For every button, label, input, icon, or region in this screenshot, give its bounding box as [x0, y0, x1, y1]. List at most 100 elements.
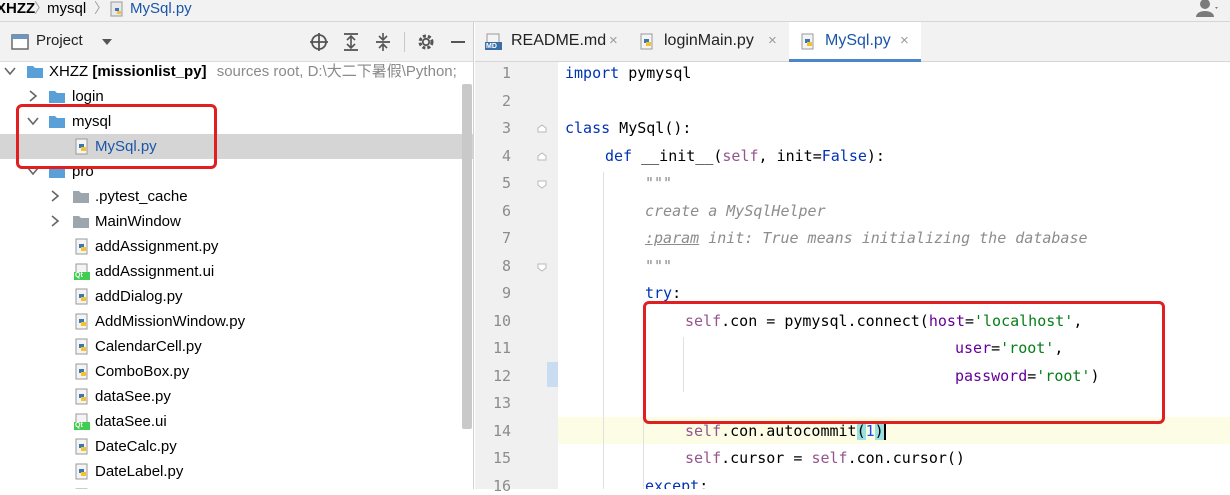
fold-icon[interactable]: [537, 179, 547, 189]
folder-icon: [49, 116, 65, 128]
code-line-4: def __init__(self, init=False):: [605, 147, 885, 165]
tree-item-file[interactable]: ComboBox.py: [0, 359, 473, 384]
current-line-highlight: [558, 417, 1230, 444]
chevron-down-icon[interactable]: [101, 38, 113, 46]
line-number: 8: [501, 257, 511, 275]
line-number-gutter: 1 2 3 4 5 6 7 8 9 10 11 12 13 14 15 16: [475, 62, 558, 495]
tab-label: README.md: [511, 32, 607, 49]
breadcrumb-file[interactable]: MySql.py: [130, 0, 192, 19]
tree-item-file[interactable]: AddMissionWindow.py: [0, 309, 473, 334]
line-number: 4: [501, 147, 511, 165]
tab-label: loginMain.py: [664, 32, 754, 49]
tree-item-file[interactable]: Qt addAssignment.ui: [0, 259, 473, 284]
tree-item-label: MainWindow: [95, 213, 181, 230]
code-line-7: :param init: True means initializing the…: [645, 229, 1088, 247]
tree-item-mysql[interactable]: mysql: [0, 109, 473, 134]
code-line-1: import pymysql: [565, 64, 692, 82]
collapse-all-icon[interactable]: [373, 32, 393, 52]
line-number: 3: [501, 119, 511, 137]
tree-item-file[interactable]: addDialog.py: [0, 284, 473, 309]
project-view-icon: [11, 34, 29, 50]
tree-item-login[interactable]: login: [0, 84, 473, 109]
close-icon[interactable]: ×: [609, 32, 618, 49]
code-editor[interactable]: import pymysql class MySql(): def __init…: [558, 62, 1230, 489]
folder-icon: [49, 91, 65, 103]
code-line-14: self.con.autocommit(1): [685, 422, 886, 440]
chevron-right-icon[interactable]: [27, 90, 39, 102]
indent-guide: [683, 337, 684, 392]
editor-tabs: MD README.md × loginMain.py × MySql.py ×: [475, 22, 1230, 62]
chevron-down-icon[interactable]: [4, 65, 16, 77]
breadcrumb: XHZZ 〉 mysql 〉 MySql.py: [0, 0, 1230, 22]
tab-mysql[interactable]: MySql.py ×: [789, 22, 921, 62]
divider: [404, 32, 405, 52]
code-line-11: user='root',: [955, 339, 1064, 357]
minimize-icon[interactable]: [448, 32, 468, 52]
line-number: 9: [501, 284, 511, 302]
code-line-16: except:: [645, 477, 709, 489]
tree-item-label: .pytest_cache: [95, 188, 188, 205]
project-scrollbar[interactable]: [462, 84, 472, 429]
root-path: sources root, D:\大二下暑假\Python;: [216, 63, 457, 80]
tree-item-file[interactable]: Qt dataSee.ui: [0, 409, 473, 434]
tree-item-label: addDialog.py: [95, 288, 183, 305]
tree-item-mysql-py[interactable]: MySql.py: [0, 134, 473, 159]
tree-item-file[interactable]: CalendarCell.py: [0, 334, 473, 359]
locate-icon[interactable]: [309, 32, 329, 52]
tree-item-label: dataSee.ui: [95, 413, 167, 430]
line-number: 16: [492, 477, 511, 495]
expand-all-icon[interactable]: [341, 32, 361, 52]
tree-item-mainwindow[interactable]: MainWindow: [0, 209, 473, 234]
chevron-right-icon: 〉: [94, 0, 108, 16]
tree-item-pro[interactable]: pro: [0, 159, 473, 184]
tree-item-label: mysql: [72, 113, 112, 130]
tree-item-file[interactable]: addAssignment.py: [0, 234, 473, 259]
chevron-down-icon[interactable]: [27, 115, 39, 127]
tree-item-pytest-cache[interactable]: .pytest_cache: [0, 184, 473, 209]
chevron-down-icon[interactable]: [27, 165, 39, 177]
python-file-icon: [75, 313, 88, 330]
tree-item-label: ComboBox.py: [95, 363, 190, 380]
chevron-right-icon[interactable]: [49, 215, 61, 227]
gear-icon[interactable]: [416, 32, 436, 52]
fold-icon[interactable]: [537, 262, 547, 272]
tree-item-label: DateCalc.py: [95, 438, 177, 455]
code-line-12: password='root'): [955, 367, 1100, 385]
tab-loginmain[interactable]: loginMain.py ×: [628, 22, 788, 61]
tree-item-file[interactable]: dataSee.py: [0, 384, 473, 409]
python-file-icon: [75, 138, 88, 155]
python-file-icon: [75, 338, 88, 355]
close-icon[interactable]: ×: [900, 32, 909, 49]
breadcrumb-folder[interactable]: mysql: [47, 0, 86, 19]
tree-item-label: DateLabel.py: [95, 463, 184, 480]
tab-readme[interactable]: MD README.md ×: [475, 22, 627, 61]
code-line-6: create a MySqlHelper: [645, 202, 826, 220]
tree-item-file[interactable]: DateLabel.py: [0, 459, 473, 484]
python-file-icon: [75, 238, 88, 255]
qt-badge: Qt: [75, 422, 83, 429]
chevron-right-icon: 〉: [34, 0, 48, 16]
project-panel-title[interactable]: Project: [36, 32, 83, 49]
python-file-icon: [75, 463, 88, 480]
tree-item-label: addAssignment.py: [95, 238, 219, 255]
tree-item-file[interactable]: [0, 484, 473, 489]
line-number: 6: [501, 202, 511, 220]
folder-icon: [27, 66, 43, 78]
chevron-right-icon[interactable]: [49, 190, 61, 202]
code-line-3: class MySql():: [565, 119, 692, 137]
fold-icon[interactable]: [537, 152, 547, 162]
tab-label: MySql.py: [825, 32, 891, 49]
line-number: 10: [492, 312, 511, 330]
tree-root-xhzz[interactable]: XHZZ [missionlist_py] sources root, D:\大…: [0, 59, 473, 84]
close-icon[interactable]: ×: [768, 32, 777, 49]
tree-item-label: CalendarCell.py: [95, 338, 202, 355]
tree-item-file[interactable]: DateCalc.py: [0, 434, 473, 459]
fold-icon[interactable]: [537, 124, 547, 134]
tree-item-label: dataSee.py: [95, 388, 171, 405]
line-number: 7: [501, 229, 511, 247]
line-number: 14: [492, 422, 511, 440]
user-icon[interactable]: [1196, 0, 1220, 19]
breadcrumb-project[interactable]: XHZZ: [0, 0, 35, 19]
python-file-icon: [801, 33, 814, 50]
tree-item-label: addAssignment.ui: [95, 263, 215, 280]
